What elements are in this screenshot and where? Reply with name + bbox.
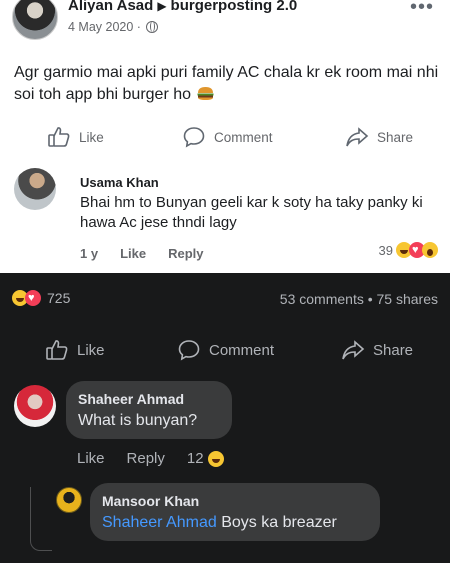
comment-label: Comment [214, 129, 273, 145]
comment-meta: Like Reply 12 [77, 450, 246, 467]
comment-text: What is bunyan? [78, 412, 198, 429]
share-label: Share [377, 129, 414, 145]
share-label: Share [373, 341, 414, 359]
post-stats-bar: 725 53 comments • 75 shares [0, 273, 450, 323]
comment-reactions[interactable]: 39 [379, 242, 438, 258]
comment-reply-button[interactable]: Reply [127, 450, 165, 467]
burger-icon [197, 87, 214, 100]
author-avatar[interactable] [12, 0, 58, 40]
commenter-avatar[interactable] [14, 168, 56, 210]
comment-bubble[interactable]: Shaheer Ahmad What is bunyan? [66, 381, 232, 439]
reply-avatar[interactable] [56, 487, 82, 513]
reaction-count: 725 [47, 290, 71, 306]
reply-bubble[interactable]: Mansoor Khan Shaheer Ahmad Boys ka breaz… [90, 483, 380, 541]
comment-reply-button[interactable]: Reply [168, 246, 203, 261]
thumbs-up-icon [46, 340, 68, 360]
comment-text: Bhai hm to Bunyan geeli kar k soty ha ta… [80, 194, 423, 231]
comment-like-button[interactable]: Like [77, 450, 105, 467]
globe-icon [146, 21, 159, 33]
love-emoji-icon [25, 290, 41, 306]
share-icon [342, 340, 365, 360]
comment-label: Comment [209, 341, 275, 359]
more-options-icon[interactable]: ••• [410, 0, 434, 19]
reaction-count: 39 [378, 242, 393, 258]
mention-link[interactable]: Shaheer Ahmad [102, 514, 217, 531]
post-reactions[interactable]: 725 [12, 290, 70, 306]
reply-text: Shaheer Ahmad Boys ka breazer [102, 514, 337, 532]
commenter-name[interactable]: Usama Khan [80, 175, 159, 190]
haha-emoji-icon [207, 450, 224, 467]
reply-thread-line [30, 487, 52, 551]
post-meta: 4 May 2020 · [68, 20, 159, 34]
light-post-section: Aliyan Asad ▶ burgerposting 2.0 4 May 2020… [0, 0, 450, 273]
arrow-right-icon: ▶ [157, 0, 167, 13]
reaction-count: 12 [186, 450, 204, 467]
post-text: Agr garmio mai apki puri family AC chala… [14, 64, 439, 103]
post-action-bar: Like Comment Share [0, 335, 450, 365]
comment-meta: 1 y Like Reply [80, 246, 226, 261]
post-date[interactable]: 4 May 2020 [68, 20, 133, 34]
post-action-bar: Like Comment Share [0, 122, 450, 152]
comment-like-button[interactable]: Like [120, 246, 146, 261]
wow-emoji-icon [422, 242, 438, 258]
reply-body: Boys ka breazer [221, 514, 337, 531]
comment-button[interactable]: Comment [177, 335, 274, 365]
comment-icon [178, 340, 200, 361]
like-button[interactable]: Like [45, 335, 105, 365]
post-header-title: Aliyan Asad ▶ burgerposting 2.0 [68, 0, 297, 14]
group-name[interactable]: burgerposting 2.0 [171, 0, 298, 14]
author-name[interactable]: Aliyan Asad [68, 0, 153, 14]
comment-button[interactable]: Comment [182, 122, 273, 152]
post-body: Agr garmio mai apki puri family AC chala… [14, 62, 444, 106]
like-label: Like [79, 129, 104, 145]
share-button[interactable]: Share [345, 122, 413, 152]
commenter-name[interactable]: Shaheer Ahmad [78, 391, 184, 407]
dark-post-section: 725 53 comments • 75 shares Like Comment… [0, 273, 450, 563]
comment-icon [183, 127, 205, 148]
like-button[interactable]: Like [47, 122, 104, 152]
like-label: Like [77, 341, 105, 359]
comments-shares-count[interactable]: 53 comments • 75 shares [280, 291, 438, 307]
comment-time: 1 y [80, 246, 99, 261]
share-icon [346, 127, 369, 147]
thumbs-up-icon [48, 127, 70, 147]
replier-name[interactable]: Mansoor Khan [102, 493, 199, 509]
commenter-avatar[interactable] [14, 385, 56, 427]
share-button[interactable]: Share [341, 335, 413, 365]
